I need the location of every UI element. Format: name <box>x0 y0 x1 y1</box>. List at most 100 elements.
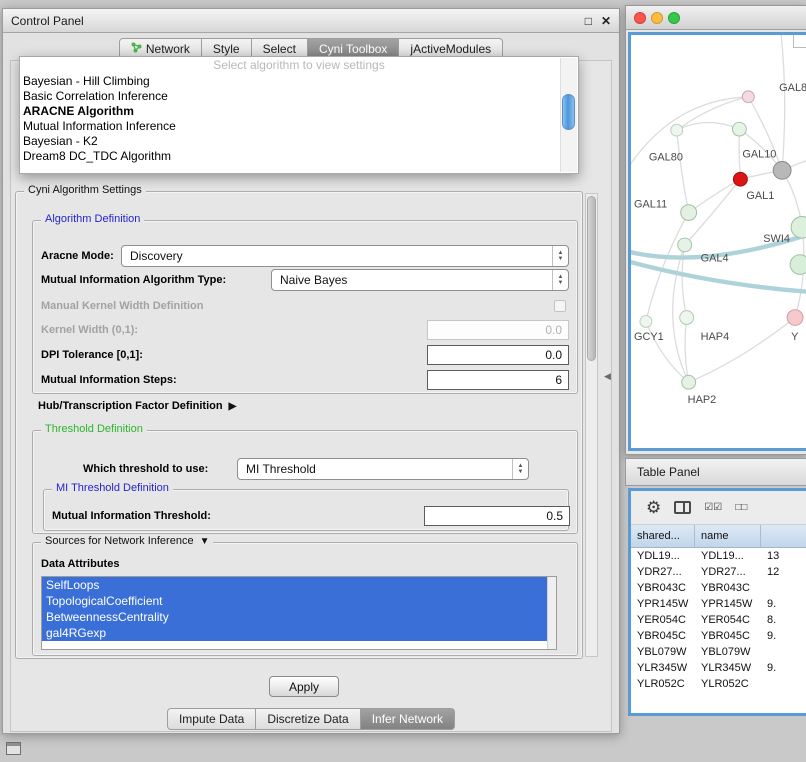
close-traffic-light[interactable] <box>634 12 646 24</box>
settings-scrollbar-thumb[interactable] <box>587 196 596 361</box>
clear-selection-icon[interactable]: □□ <box>735 502 747 513</box>
network-node[interactable] <box>680 311 694 325</box>
stepper-arrows-icon: ▲▼ <box>552 246 568 266</box>
table-panel-titlebar[interactable]: Table Panel <box>625 458 806 486</box>
float-window-icon[interactable]: □ <box>585 14 592 28</box>
algorithm-dropdown-popup: Select algorithm to view settings Bayesi… <box>19 56 579 174</box>
gear-icon[interactable]: ⚙ <box>646 499 661 516</box>
sources-title[interactable]: Sources for Network Inference▼ <box>41 535 213 547</box>
table-row[interactable]: YLR345WYLR345W9. <box>631 660 806 676</box>
table-row[interactable]: YDR27...YDR27...12 <box>631 564 806 580</box>
network-node[interactable] <box>732 122 746 136</box>
mi-steps-input[interactable]: 6 <box>427 370 569 390</box>
column-header[interactable]: name <box>695 525 761 547</box>
table-cell: YDR27... <box>631 564 695 580</box>
mi-type-value: Naive Bayes <box>280 273 347 287</box>
column-header[interactable]: shared... <box>631 525 695 547</box>
kernel-width-input[interactable]: 0.0 <box>427 320 569 340</box>
network-edge[interactable] <box>689 318 795 383</box>
table-row[interactable]: YBR043CYBR043C <box>631 580 806 596</box>
bottom-tab-impute-data[interactable]: Impute Data <box>167 708 256 730</box>
splitter-collapse-icon[interactable]: ◀ <box>604 371 611 382</box>
table-cell: YBR045C <box>631 628 695 644</box>
network-canvas[interactable]: GAL8GAL80GAL10GAL11GAL1SWI4GAL4GCY1HAP4Y… <box>628 32 806 451</box>
table-cell: YDL19... <box>695 548 761 564</box>
mi-type-select[interactable]: Naive Bayes ▲▼ <box>271 269 569 291</box>
algorithm-option[interactable]: Basic Correlation Inference <box>20 89 578 104</box>
table-toolbar: ⚙ ☑☑ □□ <box>631 491 806 525</box>
table-row[interactable]: YDL19...YDL19...13 <box>631 548 806 564</box>
table-cell: 9. <box>761 628 806 644</box>
network-node[interactable] <box>678 238 692 252</box>
hub-definition-expander[interactable]: Hub/Transcription Factor Definition▶ <box>38 400 236 412</box>
control-panel-titlebar[interactable]: Control Panel □ ✕ <box>3 9 619 33</box>
network-node[interactable] <box>787 310 803 326</box>
aracne-mode-label: Aracne Mode: <box>41 245 114 267</box>
table-row[interactable]: YLR052CYLR052C <box>631 676 806 692</box>
network-node[interactable] <box>742 91 754 103</box>
table-body: YDL19...YDL19...13YDR27...YDR27...12YBR0… <box>631 548 806 692</box>
network-edge[interactable] <box>739 129 740 179</box>
network-edge[interactable] <box>780 35 785 170</box>
close-window-icon[interactable]: ✕ <box>601 14 611 28</box>
aracne-mode-select[interactable]: Discovery ▲▼ <box>121 245 569 267</box>
network-node[interactable] <box>790 255 806 275</box>
mi-threshold-value: 0.5 <box>546 509 563 523</box>
table-row[interactable]: YER054CYER054C8. <box>631 612 806 628</box>
attribute-item[interactable]: gal4RGexp <box>42 625 547 641</box>
algorithm-option[interactable]: Dream8 DC_TDC Algorithm <box>20 149 578 164</box>
network-node[interactable] <box>640 316 652 328</box>
algorithm-option[interactable]: Bayesian - Hill Climbing <box>20 74 578 89</box>
mi-threshold-input[interactable]: 0.5 <box>424 506 570 526</box>
minimized-panel-icon[interactable] <box>6 742 21 755</box>
table-row[interactable]: YBR045CYBR045C9. <box>631 628 806 644</box>
tab-label: Network <box>146 42 190 56</box>
settings-scrollbar[interactable] <box>585 193 598 657</box>
tab-label: Infer Network <box>372 712 443 726</box>
network-edge[interactable] <box>631 261 806 292</box>
apply-button[interactable]: Apply <box>269 676 339 697</box>
dropdown-scrollbar[interactable] <box>560 58 577 172</box>
which-threshold-select[interactable]: MI Threshold ▲▼ <box>237 458 529 480</box>
select-rows-icon[interactable]: ☑☑ <box>704 502 722 513</box>
table-row[interactable]: YPR145WYPR145W9. <box>631 596 806 612</box>
dpi-tolerance-input[interactable]: 0.0 <box>427 345 569 365</box>
table-header-row: shared... name <box>631 525 806 548</box>
table-cell: YER054C <box>631 612 695 628</box>
bottom-tab-infer-network[interactable]: Infer Network <box>361 708 455 730</box>
attribute-item[interactable]: SelfLoops <box>42 577 547 593</box>
network-window-titlebar[interactable] <box>626 6 806 30</box>
node-label: GAL11 <box>634 199 667 211</box>
mi-type-label: Mutual Information Algorithm Type: <box>41 269 226 291</box>
column-header[interactable] <box>761 525 806 547</box>
zoom-traffic-light[interactable] <box>668 12 680 24</box>
algorithm-option[interactable]: ARACNE Algorithm <box>20 104 578 119</box>
algorithm-option[interactable]: Mutual Information Inference <box>20 119 578 134</box>
bottom-tab-discretize-data[interactable]: Discretize Data <box>256 708 360 730</box>
network-view-window: GAL8GAL80GAL10GAL11GAL1SWI4GAL4GCY1HAP4Y… <box>625 5 806 455</box>
attribute-item[interactable]: BetweennessCentrality <box>42 609 547 625</box>
attribute-item[interactable]: TopologicalCoefficient <box>42 593 547 609</box>
tab-label: Style <box>213 42 240 56</box>
network-icon <box>131 42 142 56</box>
expand-right-icon: ▶ <box>229 401 237 412</box>
network-edge[interactable] <box>689 179 741 212</box>
attributes-scrollbar[interactable] <box>547 577 556 649</box>
network-node[interactable] <box>773 162 791 180</box>
network-node[interactable] <box>733 172 747 186</box>
network-node[interactable] <box>681 205 697 221</box>
network-node[interactable] <box>671 124 683 136</box>
table-row[interactable]: YBL079WYBL079W <box>631 644 806 660</box>
dropdown-scrollbar-thumb[interactable] <box>562 94 575 130</box>
manual-kernel-checkbox[interactable] <box>554 300 566 312</box>
network-edge[interactable] <box>685 318 689 383</box>
network-edge[interactable] <box>677 130 689 212</box>
columns-icon[interactable] <box>674 501 691 514</box>
table-cell: YBL079W <box>631 644 695 660</box>
network-node[interactable] <box>791 216 806 238</box>
minimize-traffic-light[interactable] <box>651 12 663 24</box>
table-cell: 13 <box>761 548 806 564</box>
network-node[interactable] <box>682 375 696 389</box>
algorithm-option[interactable]: Bayesian - K2 <box>20 134 578 149</box>
mi-steps-label: Mutual Information Steps: <box>41 370 177 390</box>
